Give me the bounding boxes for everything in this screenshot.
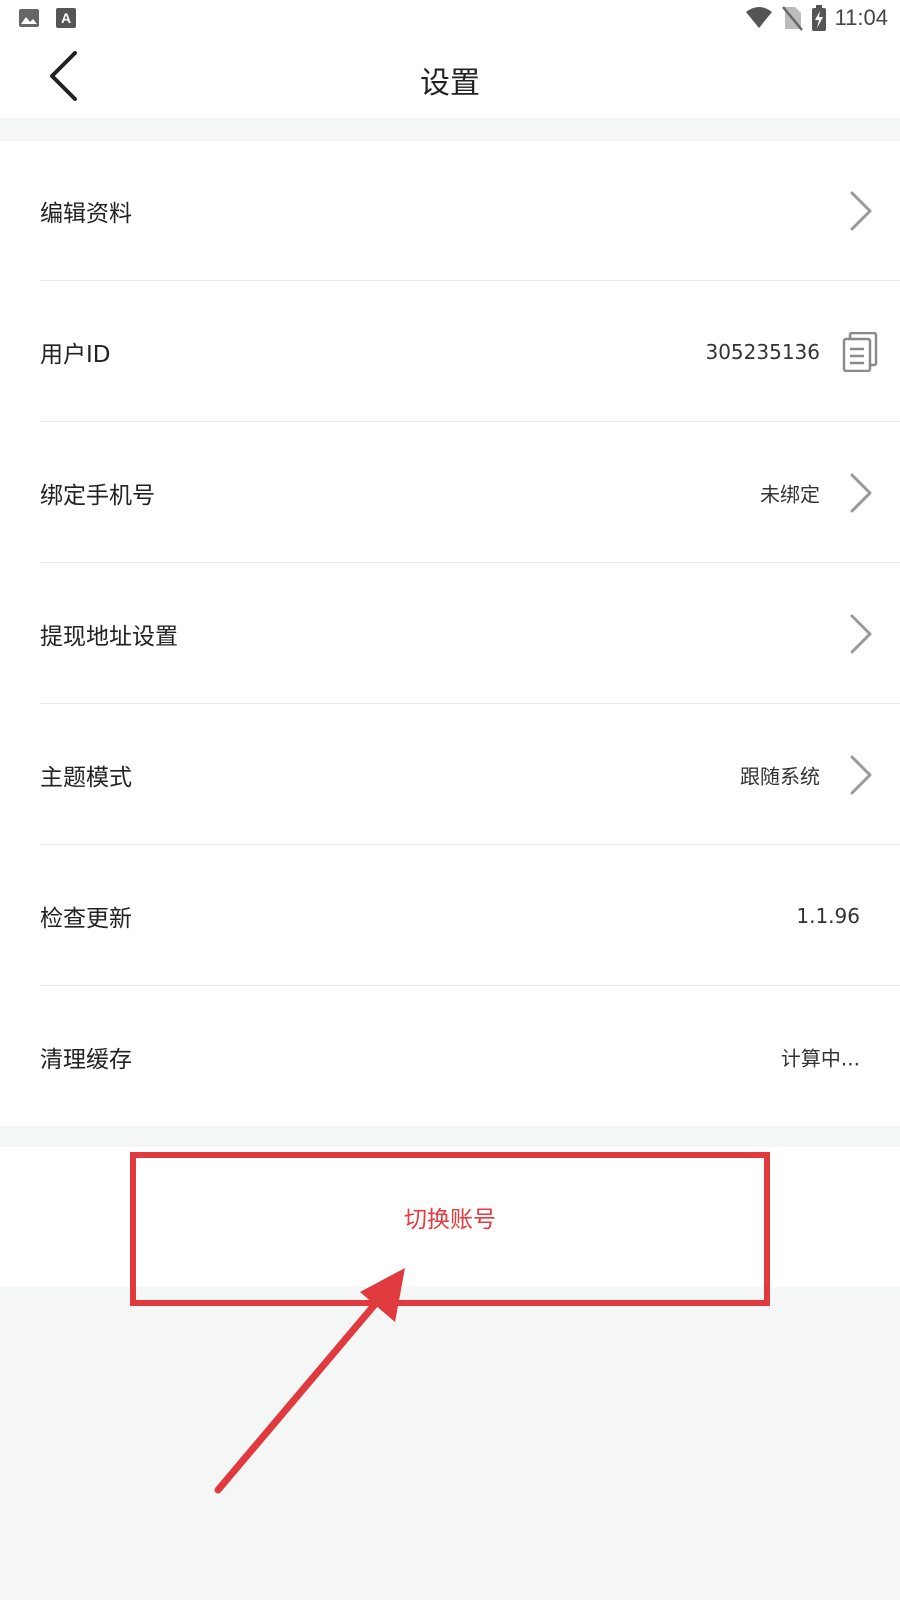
divider xyxy=(40,985,900,986)
divider xyxy=(40,421,900,422)
row-user-id: 用户ID 305235136 xyxy=(0,282,900,422)
row-check-update[interactable]: 检查更新 1.1.96 xyxy=(0,846,900,986)
page-title: 设置 xyxy=(420,66,480,101)
row-bind-phone[interactable]: 绑定手机号 未绑定 xyxy=(0,423,900,563)
settings-list: 编辑资料 用户ID 305235136 绑定手机号 未绑定 提现地址设置 主题模… xyxy=(0,141,900,1126)
row-clear-cache[interactable]: 清理缓存 计算中... xyxy=(0,987,900,1127)
chevron-right-icon xyxy=(850,191,872,231)
divider xyxy=(40,562,900,563)
chevron-right-icon xyxy=(850,755,872,795)
battery-charging-icon xyxy=(811,5,826,31)
status-time: 11:04 xyxy=(834,5,888,30)
row-label-user-id: 用户ID xyxy=(40,342,111,368)
divider xyxy=(40,844,900,845)
font-icon: A xyxy=(56,8,76,28)
switch-account-button[interactable]: 切换账号 xyxy=(0,1147,900,1287)
svg-text:A: A xyxy=(61,10,71,26)
user-id-value: 305235136 xyxy=(705,340,820,364)
wifi-icon xyxy=(745,7,772,28)
row-label-clear-cache: 清理缓存 xyxy=(40,1047,132,1073)
row-label-edit-profile: 编辑资料 xyxy=(40,201,132,227)
row-theme-mode[interactable]: 主题模式 跟随系统 xyxy=(0,705,900,845)
cache-size-value: 计算中... xyxy=(780,1046,860,1071)
row-label-withdraw-address: 提现地址设置 xyxy=(40,624,178,650)
divider xyxy=(40,280,900,281)
switch-account-label: 切换账号 xyxy=(404,1207,496,1233)
row-label-theme-mode: 主题模式 xyxy=(40,765,132,791)
row-label-bind-phone: 绑定手机号 xyxy=(40,483,155,509)
divider xyxy=(40,703,900,704)
row-label-check-update: 检查更新 xyxy=(40,906,132,932)
chevron-right-icon xyxy=(850,473,872,513)
row-withdraw-address[interactable]: 提现地址设置 xyxy=(0,564,900,704)
no-sim-icon xyxy=(781,6,803,31)
bind-phone-status: 未绑定 xyxy=(760,482,820,507)
chevron-right-icon xyxy=(850,614,872,654)
row-edit-profile[interactable]: 编辑资料 xyxy=(0,141,900,281)
status-left-icons: A xyxy=(18,8,76,28)
theme-mode-value: 跟随系统 xyxy=(740,764,820,789)
copy-icon[interactable] xyxy=(842,332,878,372)
app-version-value: 1.1.96 xyxy=(796,904,860,928)
status-right-icons: 11:04 xyxy=(745,5,888,31)
image-icon xyxy=(19,9,39,27)
status-bar: A 11:04 xyxy=(0,0,900,38)
nav-bar: 设置 xyxy=(0,38,900,118)
